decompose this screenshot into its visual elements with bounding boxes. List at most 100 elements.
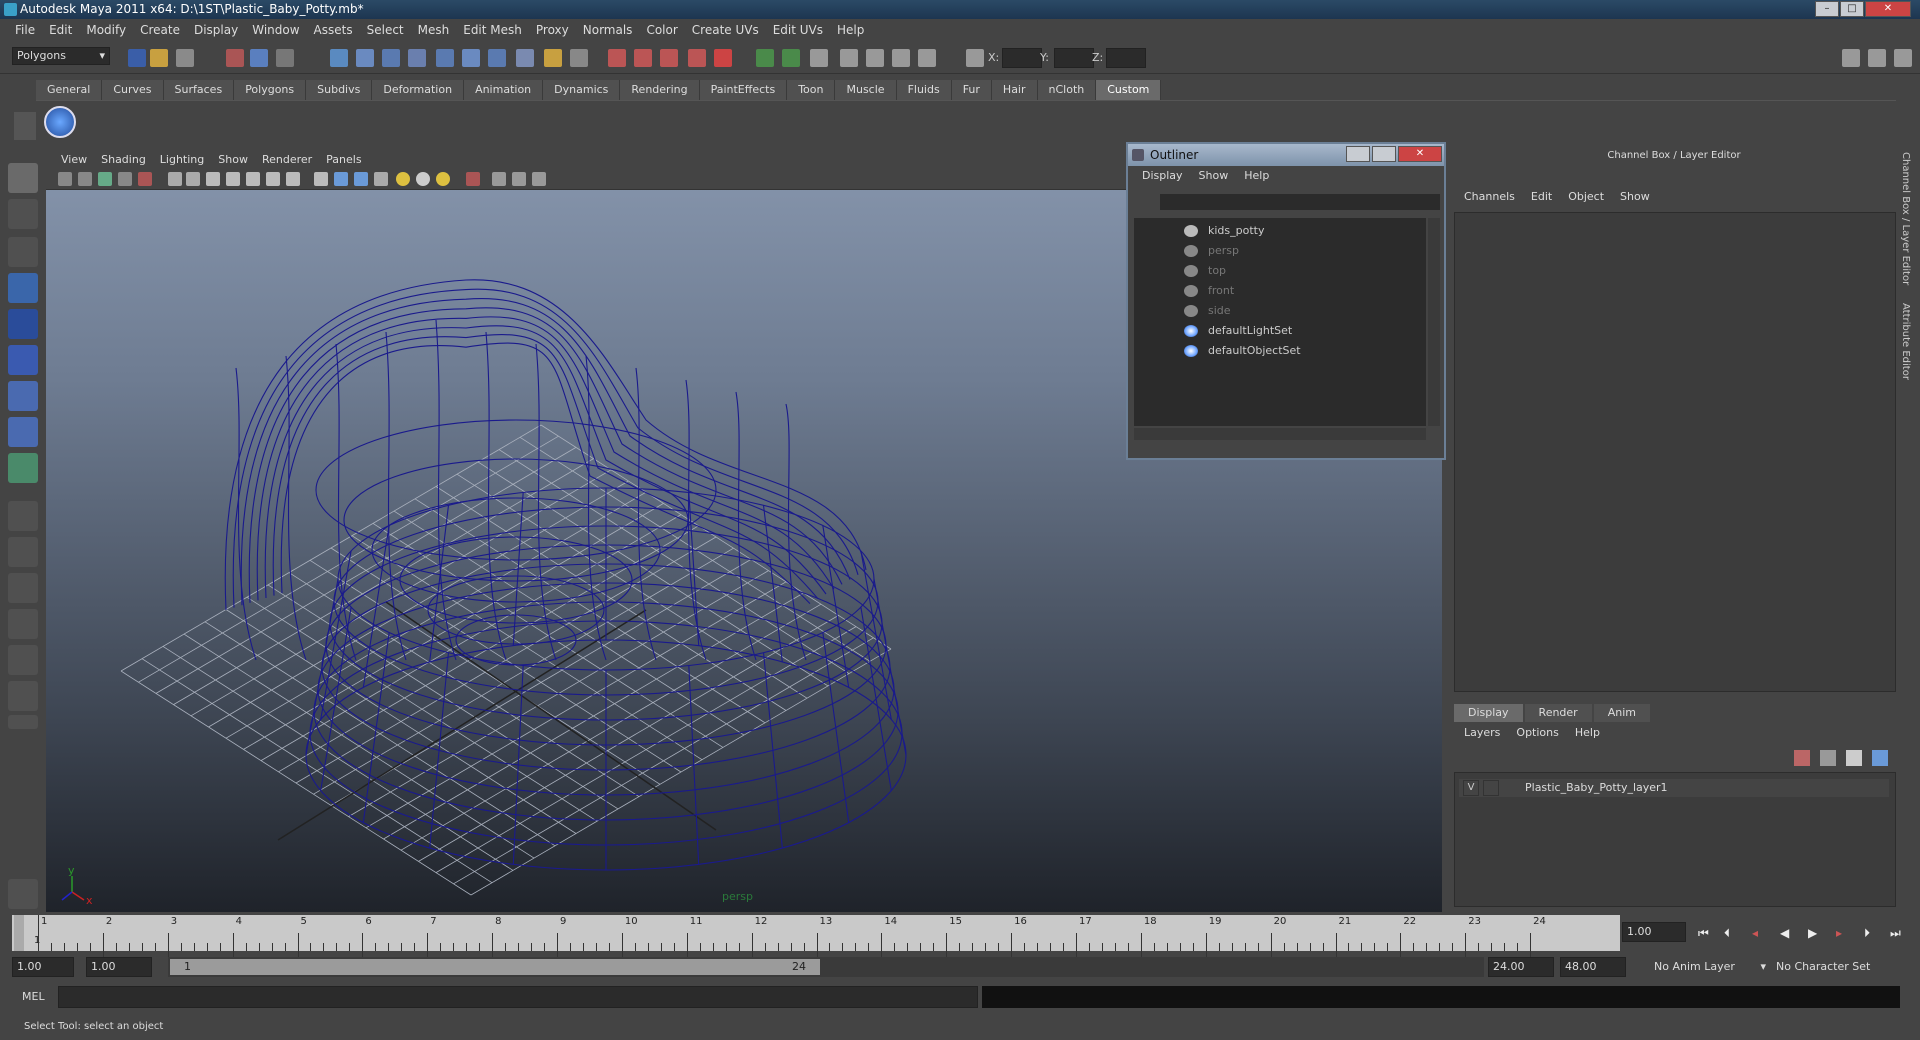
potty-wireframe[interactable]	[224, 279, 907, 871]
command-input[interactable]	[58, 986, 978, 1008]
select-tool-icon[interactable]	[8, 163, 38, 193]
textured-icon[interactable]	[374, 172, 388, 186]
step-forward-frame-icon[interactable]: ▸	[1836, 926, 1842, 940]
wireframe-on-shaded-icon[interactable]	[354, 172, 368, 186]
lasso-tool-icon[interactable]	[8, 199, 38, 229]
step-back-frame-icon[interactable]: ◂	[1752, 926, 1758, 940]
trax-icon[interactable]	[918, 49, 936, 67]
menu-edit[interactable]: Edit	[42, 23, 79, 37]
show-tool-settings-icon[interactable]	[1868, 49, 1886, 67]
help-icon[interactable]	[516, 49, 534, 67]
menu-file[interactable]: File	[8, 23, 42, 37]
snap-grid-icon[interactable]	[330, 49, 348, 67]
shelf-tab-subdivs[interactable]: Subdivs	[306, 80, 373, 100]
shelf-tab-dynamics[interactable]: Dynamics	[543, 80, 621, 100]
xray-components-icon[interactable]	[532, 172, 546, 186]
outliner-menu-display[interactable]: Display	[1134, 169, 1191, 182]
gate-mask-icon[interactable]	[226, 172, 240, 186]
menu-edit-mesh[interactable]: Edit Mesh	[456, 23, 529, 37]
menu-create-uvs[interactable]: Create UVs	[685, 23, 766, 37]
outliner-window[interactable]: Outliner ✕ Display Show Help kids_potty per…	[1126, 142, 1446, 460]
camera-attributes-icon[interactable]	[78, 172, 92, 186]
isolate-select-icon[interactable]	[466, 172, 480, 186]
channel-box-menu-edit[interactable]: Edit	[1523, 190, 1560, 203]
play-backward-icon[interactable]: ◀	[1780, 926, 1789, 940]
show-channel-box-icon[interactable]	[1894, 49, 1912, 67]
ipr-render-icon[interactable]	[634, 49, 652, 67]
layer-color-swatch[interactable]	[1503, 780, 1519, 796]
outliner-title-bar[interactable]: Outliner ✕	[1128, 144, 1444, 166]
single-pane-layout-icon[interactable]	[8, 501, 38, 531]
shelf-tab-animation[interactable]: Animation	[464, 80, 544, 100]
go-to-end-icon[interactable]: ⏭	[1890, 926, 1901, 941]
menu-set-dropdown[interactable]: Polygons ▾	[12, 47, 110, 65]
maximize-button[interactable]: □	[1840, 1, 1864, 17]
layer-tab-render[interactable]: Render	[1524, 704, 1592, 722]
z-field[interactable]	[1106, 48, 1146, 68]
playback-end-field[interactable]: 24.00	[1488, 957, 1554, 977]
character-set-dropdown[interactable]: No Character Set	[1772, 957, 1888, 977]
scale-tool-icon[interactable]	[8, 345, 38, 375]
menu-assets[interactable]: Assets	[307, 23, 360, 37]
camera-select-icon[interactable]	[58, 172, 72, 186]
film-gate-icon[interactable]	[186, 172, 200, 186]
shelf-tab-toon[interactable]: Toon	[787, 80, 836, 100]
outliner-menu-help[interactable]: Help	[1236, 169, 1277, 182]
dope-sheet-icon[interactable]	[892, 49, 910, 67]
xray-joints-icon[interactable]	[512, 172, 526, 186]
soft-mod-tool-icon[interactable]	[8, 417, 38, 447]
menu-edit-uvs[interactable]: Edit UVs	[766, 23, 830, 37]
lock-icon[interactable]	[544, 49, 562, 67]
last-tool-icon[interactable]	[8, 453, 38, 483]
shelf-tab-muscle[interactable]: Muscle	[835, 80, 897, 100]
outliner-item[interactable]: side	[1184, 302, 1231, 320]
more-layouts-icon[interactable]	[8, 715, 38, 729]
show-attribute-editor-icon[interactable]	[1842, 49, 1860, 67]
anim-layer-dropdown[interactable]: No Anim Layer ▾	[1650, 957, 1768, 977]
history-icon[interactable]	[462, 49, 480, 67]
y-field[interactable]	[1054, 48, 1094, 68]
layer-row[interactable]: V Plastic_Baby_Potty_layer1	[1459, 779, 1889, 797]
channel-box-content[interactable]	[1454, 212, 1896, 692]
shadows-icon[interactable]	[436, 172, 450, 186]
animation-end-field[interactable]: 48.00	[1560, 957, 1626, 977]
input-line-icon[interactable]	[756, 49, 774, 67]
wireframe-shading-icon[interactable]	[314, 172, 328, 186]
move-tool-icon[interactable]	[8, 273, 38, 303]
shelf-tab-polygons[interactable]: Polygons	[234, 80, 307, 100]
move-layer-down-icon[interactable]	[1872, 750, 1888, 766]
transform-field-icon[interactable]	[966, 49, 984, 67]
step-back-key-icon[interactable]: ⏴	[1724, 926, 1730, 941]
outliner-item[interactable]: top	[1184, 262, 1226, 280]
x-field[interactable]	[1002, 48, 1042, 68]
shelf-menu-icon[interactable]	[14, 112, 36, 140]
snap-surface-icon[interactable]	[436, 49, 454, 67]
scene-panel-icon[interactable]	[810, 49, 828, 67]
select-object-icon[interactable]	[250, 49, 268, 67]
outliner-item[interactable]: kids_potty	[1184, 222, 1265, 240]
range-slider-handle[interactable]: 1 24	[170, 959, 820, 975]
layer-template-toggle[interactable]	[1483, 780, 1499, 796]
select-hierarchy-icon[interactable]	[226, 49, 244, 67]
shelf-tab-ncloth[interactable]: nCloth	[1037, 80, 1097, 100]
layer-visibility-toggle[interactable]: V	[1463, 780, 1479, 796]
manipulator-tool-icon[interactable]	[8, 381, 38, 411]
xray-icon[interactable]	[492, 172, 506, 186]
step-forward-key-icon[interactable]: ⏵	[1864, 926, 1870, 941]
snap-curve-icon[interactable]	[356, 49, 374, 67]
render-icon[interactable]	[608, 49, 626, 67]
channel-box-menu-object[interactable]: Object	[1560, 190, 1612, 203]
shelf-tab-hair[interactable]: Hair	[991, 80, 1038, 100]
graph-editor-icon[interactable]	[866, 49, 884, 67]
viewport-menu-view[interactable]: View	[54, 153, 94, 166]
shelf-tab-rendering[interactable]: Rendering	[620, 80, 700, 100]
go-to-start-icon[interactable]: ⏮	[1698, 926, 1709, 941]
menu-display[interactable]: Display	[187, 23, 245, 37]
safe-action-icon[interactable]	[266, 172, 280, 186]
snap-view-icon[interactable]	[408, 49, 426, 67]
render-settings-icon[interactable]	[660, 49, 678, 67]
layer-menu-options[interactable]: Options	[1508, 726, 1566, 739]
four-pane-layout-icon[interactable]	[8, 537, 38, 567]
viewport-menu-renderer[interactable]: Renderer	[255, 153, 319, 166]
minimize-button[interactable]: –	[1815, 1, 1839, 17]
